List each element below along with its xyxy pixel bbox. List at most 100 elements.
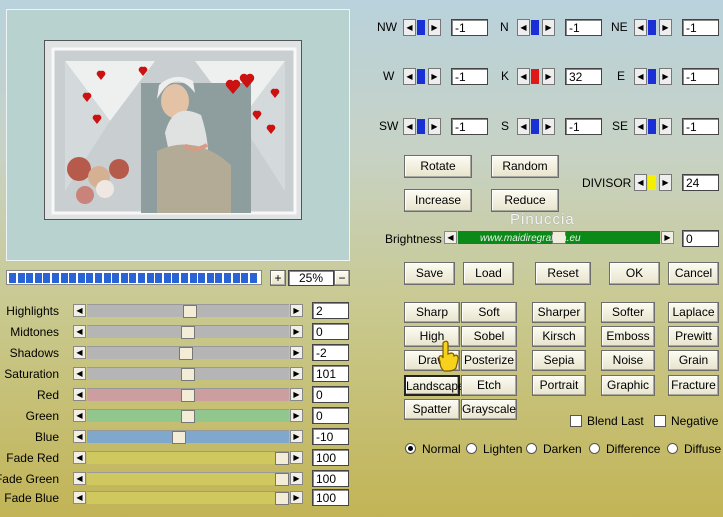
red-left-arrow[interactable]: ◀ [73, 388, 86, 401]
filter-spatter-button[interactable]: Spatter [404, 399, 460, 420]
se-decrement[interactable]: ◀ [634, 118, 647, 135]
highlights-value-field[interactable]: 2 [312, 302, 349, 319]
zoom-in-button[interactable]: + [270, 270, 286, 286]
s-decrement[interactable]: ◀ [517, 118, 530, 135]
filter-portrait-button[interactable]: Portrait [532, 375, 586, 396]
fade-red-left-arrow[interactable]: ◀ [73, 451, 86, 464]
sw-decrement[interactable]: ◀ [403, 118, 416, 135]
nw-stepper[interactable]: ◀ ▶ [403, 19, 441, 36]
darken-radio[interactable] [526, 443, 537, 454]
filter-prewitt-button[interactable]: Prewitt [668, 326, 719, 347]
negative-checkbox[interactable] [654, 415, 666, 427]
w-increment[interactable]: ▶ [428, 68, 441, 85]
fade-green-slider-track[interactable] [87, 472, 289, 486]
e-stepper[interactable]: ◀ ▶ [634, 68, 672, 85]
e-increment[interactable]: ▶ [659, 68, 672, 85]
fade-red-slider-thumb[interactable] [275, 452, 289, 465]
brightness-right-arrow[interactable]: ▶ [661, 231, 674, 244]
reduce-button[interactable]: Reduce [491, 189, 559, 212]
n-increment[interactable]: ▶ [542, 19, 555, 36]
rotate-button[interactable]: Rotate [404, 155, 472, 178]
shadows-slider-thumb[interactable] [179, 347, 193, 360]
sw-stepper[interactable]: ◀ ▶ [403, 118, 441, 135]
fade-blue-left-arrow[interactable]: ◀ [73, 491, 86, 504]
ne-increment[interactable]: ▶ [659, 19, 672, 36]
w-value-field[interactable]: -1 [451, 68, 488, 85]
cancel-button[interactable]: Cancel [668, 262, 719, 285]
filter-grain-button[interactable]: Grain [668, 350, 719, 371]
blue-right-arrow[interactable]: ▶ [290, 430, 303, 443]
divisor-stepper[interactable]: ◀ ▶ [634, 174, 672, 191]
reset-button[interactable]: Reset [535, 262, 591, 285]
nw-value-field[interactable]: -1 [451, 19, 488, 36]
fade-blue-slider-track[interactable] [87, 491, 289, 505]
midtones-slider-track[interactable] [87, 325, 289, 339]
fade-red-value-field[interactable]: 100 [312, 449, 349, 466]
k-decrement[interactable]: ◀ [517, 68, 530, 85]
fade-blue-value-field[interactable]: 100 [312, 489, 349, 506]
w-stepper[interactable]: ◀ ▶ [403, 68, 441, 85]
sw-increment[interactable]: ▶ [428, 118, 441, 135]
filter-soft-button[interactable]: Soft [461, 302, 517, 323]
blend-last-checkbox[interactable] [570, 415, 582, 427]
zoom-out-button[interactable]: − [334, 270, 350, 286]
n-value-field[interactable]: -1 [565, 19, 602, 36]
green-left-arrow[interactable]: ◀ [73, 409, 86, 422]
sw-value-field[interactable]: -1 [451, 118, 488, 135]
filter-sobel-button[interactable]: Sobel [461, 326, 517, 347]
fade-green-left-arrow[interactable]: ◀ [73, 472, 86, 485]
filter-emboss-button[interactable]: Emboss [601, 326, 655, 347]
k-stepper[interactable]: ◀ ▶ [517, 68, 555, 85]
se-increment[interactable]: ▶ [659, 118, 672, 135]
saturation-left-arrow[interactable]: ◀ [73, 367, 86, 380]
saturation-slider-thumb[interactable] [181, 368, 195, 381]
filter-landscape-button[interactable]: Landscape [404, 375, 465, 396]
se-stepper[interactable]: ◀ ▶ [634, 118, 672, 135]
fade-blue-slider-thumb[interactable] [275, 492, 289, 505]
fade-blue-right-arrow[interactable]: ▶ [290, 491, 303, 504]
shadows-right-arrow[interactable]: ▶ [290, 346, 303, 359]
lighten-radio[interactable] [466, 443, 477, 454]
filter-fracture-button[interactable]: Fracture [668, 375, 719, 396]
midtones-right-arrow[interactable]: ▶ [290, 325, 303, 338]
fade-green-slider-thumb[interactable] [275, 473, 289, 486]
ne-value-field[interactable]: -1 [682, 19, 719, 36]
fade-green-right-arrow[interactable]: ▶ [290, 472, 303, 485]
saturation-slider-track[interactable] [87, 367, 289, 381]
save-button[interactable]: Save [404, 262, 455, 285]
shadows-slider-track[interactable] [87, 346, 289, 360]
e-decrement[interactable]: ◀ [634, 68, 647, 85]
k-increment[interactable]: ▶ [542, 68, 555, 85]
difference-radio[interactable] [589, 443, 600, 454]
highlights-slider-thumb[interactable] [183, 305, 197, 318]
midtones-value-field[interactable]: 0 [312, 323, 349, 340]
blue-value-field[interactable]: -10 [312, 428, 349, 445]
zoom-level-field[interactable]: 25% [288, 270, 334, 286]
filter-sharp-button[interactable]: Sharp [404, 302, 460, 323]
divisor-value-field[interactable]: 24 [682, 174, 719, 191]
k-value-field[interactable]: 32 [565, 68, 602, 85]
ne-decrement[interactable]: ◀ [634, 19, 647, 36]
normal-radio[interactable] [405, 443, 416, 454]
fade-red-right-arrow[interactable]: ▶ [290, 451, 303, 464]
ne-stepper[interactable]: ◀ ▶ [634, 19, 672, 36]
filter-noise-button[interactable]: Noise [601, 350, 655, 371]
brightness-left-arrow[interactable]: ◀ [444, 231, 457, 244]
divisor-increment[interactable]: ▶ [659, 174, 672, 191]
filter-grayscale-button[interactable]: Grayscale [461, 399, 517, 420]
nw-increment[interactable]: ▶ [428, 19, 441, 36]
midtones-slider-thumb[interactable] [181, 326, 195, 339]
red-right-arrow[interactable]: ▶ [290, 388, 303, 401]
green-slider-thumb[interactable] [181, 410, 195, 423]
red-value-field[interactable]: 0 [312, 386, 349, 403]
diffuse-radio[interactable] [667, 443, 678, 454]
filter-etch-button[interactable]: Etch [461, 375, 517, 396]
red-slider-thumb[interactable] [181, 389, 195, 402]
fade-green-value-field[interactable]: 100 [312, 470, 349, 487]
saturation-right-arrow[interactable]: ▶ [290, 367, 303, 380]
load-button[interactable]: Load [463, 262, 514, 285]
n-decrement[interactable]: ◀ [517, 19, 530, 36]
red-slider-track[interactable] [87, 388, 289, 402]
highlights-right-arrow[interactable]: ▶ [290, 304, 303, 317]
increase-button[interactable]: Increase [404, 189, 472, 212]
